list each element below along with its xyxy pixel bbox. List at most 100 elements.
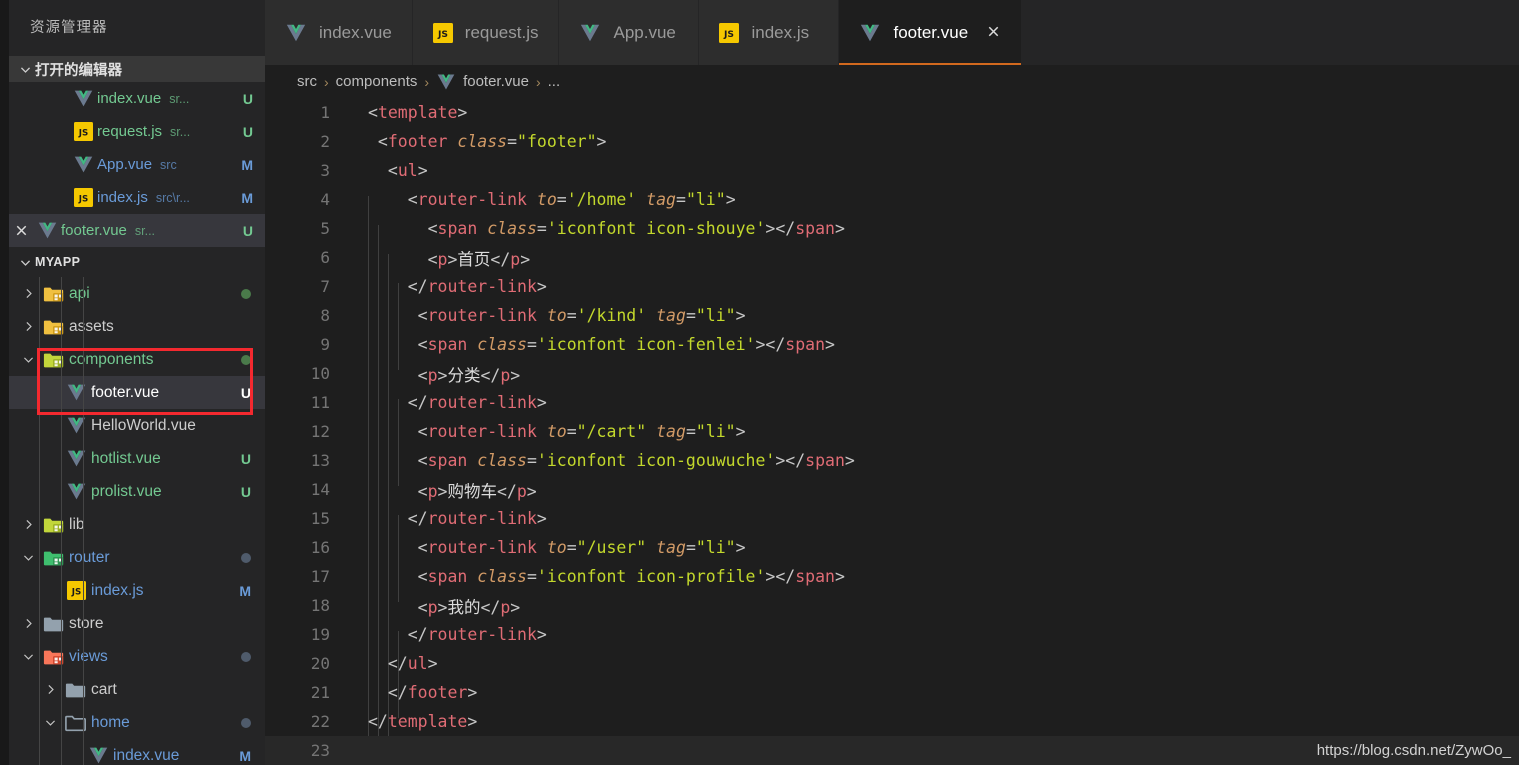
editor-tab-footer-vue[interactable]: footer.vue [839,0,1023,65]
editor-tab-index-vue[interactable]: index.vue [265,0,413,65]
code-line[interactable]: 6 <p>首页</p> [265,243,1519,272]
chevron-right-icon[interactable] [17,518,39,531]
close-icon[interactable] [986,24,1001,42]
vue-icon [83,745,113,765]
file-type-icon [69,154,97,175]
tree-item-label: home [91,713,130,731]
code-line-text: <router-link to="/cart" tag="li"> [330,422,746,441]
tree-item-lib[interactable]: lib [9,508,265,541]
code-line[interactable]: 2 <footer class="footer"> [265,127,1519,156]
git-status-badge: U [242,123,253,140]
open-editor-item[interactable]: index.vue sr... U [9,82,265,115]
project-section-header[interactable]: MYAPP [9,247,265,277]
tree-item-footer-vue[interactable]: footer.vue U [9,376,265,409]
code-token-punc: > [467,712,478,731]
breadcrumb-segment[interactable]: components [336,73,418,90]
code-token-punc: > [765,219,776,238]
tree-item-views[interactable]: views [9,640,265,673]
breadcrumb[interactable]: src › components › footer.vue ›... [265,65,1519,98]
tree-item-index-vue[interactable]: index.vue M [9,739,265,765]
code-line[interactable]: 12 <router-link to="/cart" tag="li"> [265,417,1519,446]
code-line[interactable]: 11 </router-link> [265,388,1519,417]
editor-tab-request-js[interactable]: JS request.js [412,0,560,65]
code-line[interactable]: 7 </router-link> [265,272,1519,301]
code-token-punc: </ [765,335,786,354]
chevron-right-icon[interactable] [39,683,61,696]
chevron-down-icon[interactable] [17,353,39,366]
chevron-right-icon: › [535,73,541,90]
code-line[interactable]: 18 <p>我的</p> [265,591,1519,620]
tree-item-assets[interactable]: assets [9,310,265,343]
vue-icon [73,88,94,109]
code-line[interactable]: 21 </footer> [265,678,1519,707]
git-status-badge: U [242,222,253,239]
explorer-sidebar: 资源管理器 打开的编辑器 index.vue sr... U JS request.js… [9,0,265,765]
tree-item-helloworld-vue[interactable]: HelloWorld.vue [9,409,265,442]
chevron-right-icon [22,320,35,333]
tree-item-home[interactable]: home [9,706,265,739]
js-icon: JS [61,581,91,600]
code-line[interactable]: 8 <router-link to='/kind' tag="li"> [265,301,1519,330]
open-editor-filename: index.js [97,189,148,206]
line-number: 4 [320,190,330,209]
code-line[interactable]: 13 <span class='iconfont icon-gouwuche'>… [265,446,1519,475]
chevron-right-icon[interactable] [17,287,39,300]
activity-bar[interactable] [0,0,9,765]
code-line-text: <template> [330,103,467,122]
open-editor-item[interactable]: footer.vue sr... U [9,214,265,247]
tree-item-index-js[interactable]: JS index.js M [9,574,265,607]
breadcrumb-segment[interactable]: src [297,73,317,90]
close-icon-slot[interactable] [9,223,33,238]
code-line[interactable]: 20 </ul> [265,649,1519,678]
tree-item-hotlist-vue[interactable]: hotlist.vue U [9,442,265,475]
code-line[interactable]: 5 <span class='iconfont icon-shouye'></s… [265,214,1519,243]
code-line-text: </router-link> [330,625,547,644]
breadcrumb-segment[interactable]: footer.vue [463,73,529,90]
tree-item-prolist-vue[interactable]: prolist.vue U [9,475,265,508]
chevron-right-icon[interactable] [17,320,39,333]
code-line[interactable]: 14 <p>购物车</p> [265,475,1519,504]
code-line[interactable]: 9 <span class='iconfont icon-fenlei'></s… [265,330,1519,359]
code-token-tag: p [427,597,438,617]
open-editors-section-header[interactable]: 打开的编辑器 [9,56,265,82]
file-tree: api assets components footer.vue U HelloWorld… [9,277,265,765]
chevron-right-icon[interactable] [17,617,39,630]
code-line[interactable]: 19 </router-link> [265,620,1519,649]
code-line[interactable]: 17 <span class='iconfont icon-profile'><… [265,562,1519,591]
code-token-tag: router-link [427,509,537,528]
tree-item-label: store [69,614,104,632]
tab-label: request.js [464,22,539,42]
code-line[interactable]: 16 <router-link to="/user" tag="li"> [265,533,1519,562]
tab-label: index.vue [319,22,392,42]
svg-text:JS: JS [77,128,88,138]
breadcrumb-segment[interactable]: ... [548,73,561,90]
open-editor-item[interactable]: App.vue src M [9,148,265,181]
chevron-down-icon[interactable] [17,551,39,564]
code-line[interactable]: 10 <p>分类</p> [265,359,1519,388]
chevron-down-icon[interactable] [39,716,61,729]
chevron-down-icon[interactable] [17,650,39,663]
code-line[interactable]: 4 <router-link to='/home' tag="li"> [265,185,1519,214]
open-editor-item[interactable]: JS index.js src\r... M [9,181,265,214]
tree-item-cart[interactable]: cart [9,673,265,706]
open-editor-filename: App.vue [97,156,153,173]
editor-tab-app-vue[interactable]: App.vue [559,0,700,65]
tree-item-components[interactable]: components [9,343,265,376]
code-token-punc: </ [368,625,428,644]
code-line[interactable]: 1 <template> [265,98,1519,127]
code-line[interactable]: 15 </router-link> [265,504,1519,533]
git-status-badge: U [240,483,251,500]
code-lines[interactable]: 1 <template> 2 <footer class="footer"> 3 <u… [265,98,1519,765]
code-editor[interactable]: 1 <template> 2 <footer class="footer"> 3 <u… [265,98,1519,765]
code-token-eq: = [526,451,537,470]
code-line[interactable]: 3 <ul> [265,156,1519,185]
tree-item-router[interactable]: router [9,541,265,574]
tree-item-api[interactable]: api [9,277,265,310]
code-token-tag: template [377,103,458,122]
open-editor-item[interactable]: JS request.js sr... U [9,115,265,148]
tree-item-store[interactable]: store [9,607,265,640]
folder-open-icon [61,713,91,733]
vue-icon [859,22,881,44]
editor-tab-index-js[interactable]: JS index.js [699,0,840,65]
code-line[interactable]: 22 </template> [265,707,1519,736]
